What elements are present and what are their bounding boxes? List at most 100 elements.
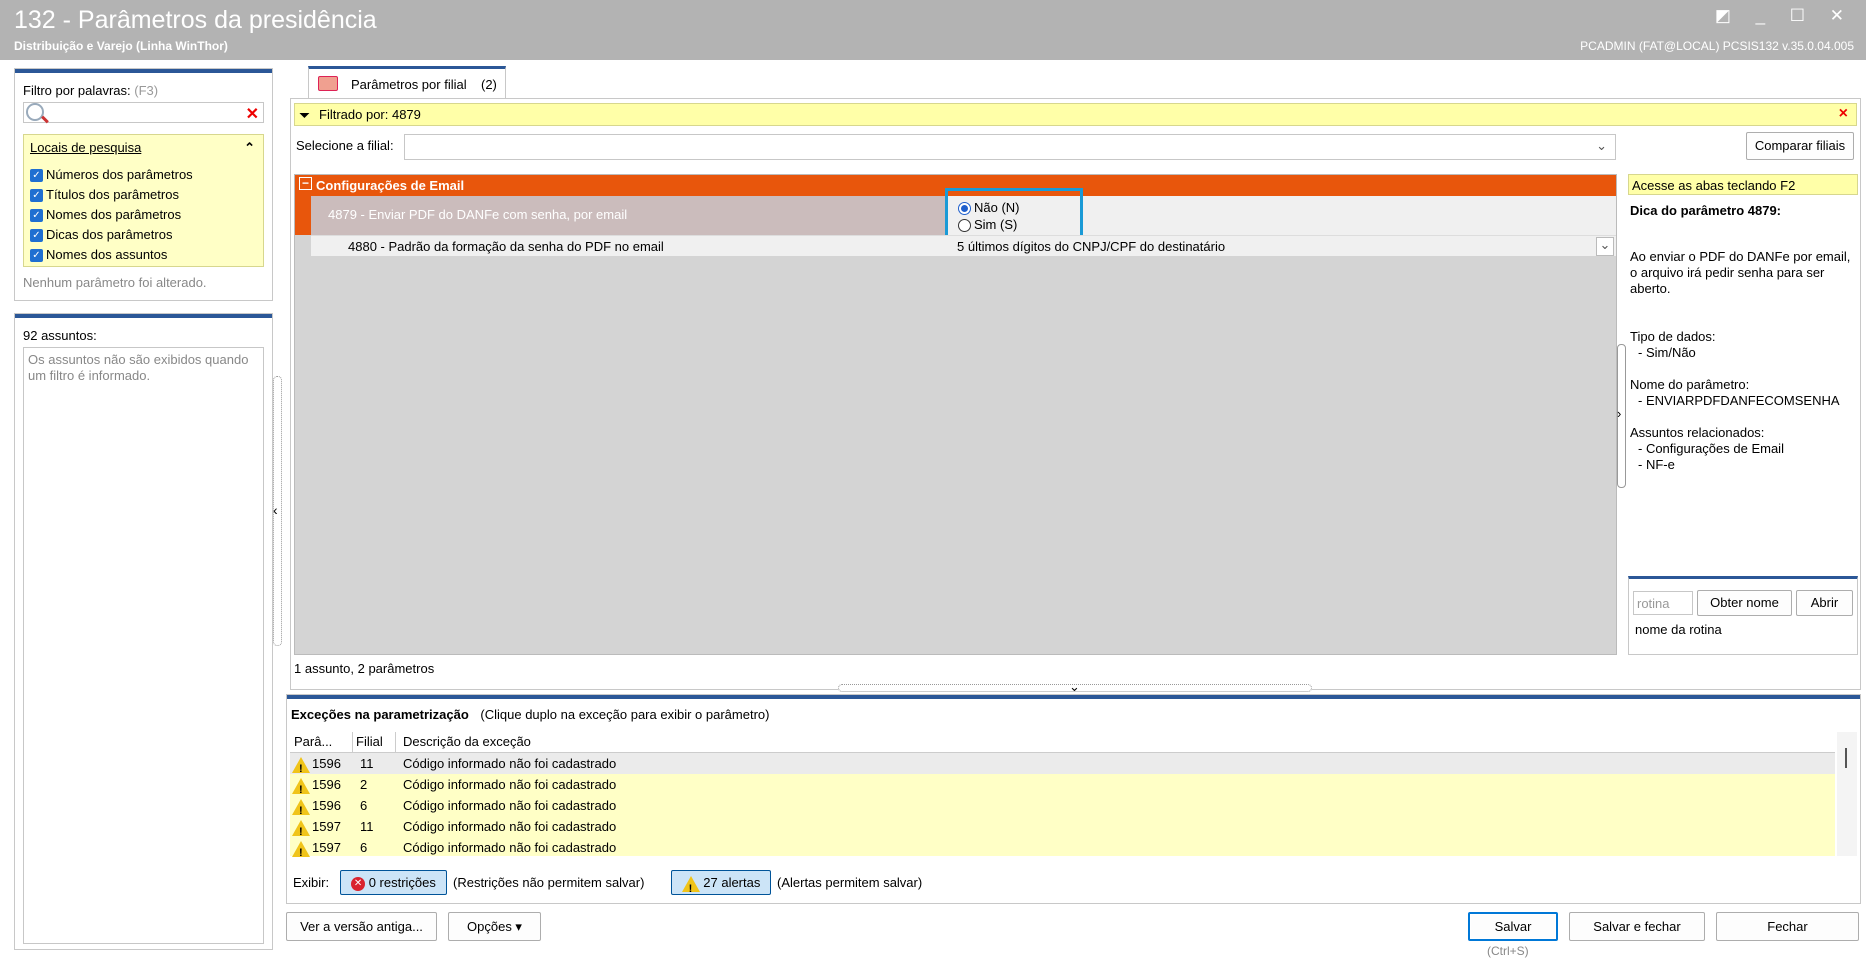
branch-label: Selecione a filial: <box>296 138 394 153</box>
filter-text: Filtrado por: 4879 <box>319 107 421 122</box>
table-row[interactable]: ! 1596 6 Código informado não foi cadast… <box>290 795 1835 817</box>
error-icon: ✕ <box>351 876 366 891</box>
radio-option-yes[interactable]: Sim (S) <box>958 217 1017 233</box>
subjects-message: Os assuntos não são exibidos quando um f… <box>28 352 249 383</box>
dropdown-chevron-icon[interactable]: ⌄ <box>1596 237 1614 256</box>
option-names[interactable]: ✓ Nomes dos parâmetros <box>30 205 193 225</box>
group-side-stripe <box>295 196 311 235</box>
chevron-left-icon[interactable]: ‹ <box>273 502 278 518</box>
option-numbers[interactable]: ✓ Números dos parâmetros <box>30 165 193 185</box>
subjects-list[interactable]: Os assuntos não são exibidos quando um f… <box>23 347 264 944</box>
branch-select[interactable]: ⌄ <box>404 134 1616 160</box>
param-label: 4879 - Enviar PDF do DANFe com senha, po… <box>328 207 628 222</box>
warning-icon: ! <box>681 875 700 895</box>
tip-name-label: Nome do parâmetro: <box>1630 377 1750 392</box>
checkbox-checked-icon[interactable]: ✓ <box>30 249 43 263</box>
exceptions-hint: (Clique duplo na exceção para exibir o p… <box>480 707 770 722</box>
alerts-note: (Alertas permitem salvar) <box>777 875 923 890</box>
radio-selected-icon[interactable] <box>958 202 971 216</box>
search-handle-icon <box>41 115 49 124</box>
table-row[interactable]: ! 1597 6 Código informado não foi cadast… <box>290 837 1835 859</box>
old-version-button[interactable]: Ver a versão antiga... <box>286 912 437 941</box>
warning-icon: ! <box>292 840 310 859</box>
tab-params-by-branch[interactable]: Parâmetros por filial (2) <box>308 66 506 99</box>
warning-icon: ! <box>292 756 310 775</box>
param-label: 4880 - Padrão da formação da senha do PD… <box>348 239 664 254</box>
tip-type-value: - Sim/Não <box>1638 345 1696 360</box>
option-tips[interactable]: ✓ Dicas dos parâmetros <box>30 225 193 245</box>
user-info: PCADMIN (FAT@LOCAL) PCSIS132 v.35.0.04.0… <box>1580 39 1854 53</box>
checkbox-checked-icon[interactable]: ✓ <box>30 169 43 183</box>
exceptions-table: Parâ... Filial Descrição da exceção ! 15… <box>290 732 1835 859</box>
save-shortcut: (Ctrl+S) <box>1487 944 1529 958</box>
save-close-button[interactable]: Salvar e fechar <box>1569 912 1705 941</box>
grid-summary: 1 assunto, 2 parâmetros <box>294 661 435 676</box>
locations-title: Locais de pesquisa <box>30 140 142 155</box>
obter-nome-button[interactable]: Obter nome <box>1697 590 1792 616</box>
rotina-panel: rotina Obter nome Abrir nome da rotina <box>1628 576 1858 655</box>
exceptions-title: Exceções na parametrização <box>291 707 469 722</box>
subjects-title: 92 assuntos: <box>23 328 97 343</box>
chevron-down-icon[interactable]: ⌄ <box>1069 679 1080 695</box>
tip-type-label: Tipo de dados: <box>1630 329 1716 344</box>
tip-title: Dica do parâmetro 4879: <box>1630 203 1782 218</box>
column-header[interactable]: Filial <box>356 732 396 752</box>
tip-subject: - Configurações de Email <box>1638 441 1784 456</box>
tip-subject: - NF-e <box>1638 457 1675 472</box>
restrictions-button[interactable]: ✕ 0 restrições <box>340 870 447 895</box>
restrictions-note: (Restrições não permitem salvar) <box>453 875 645 890</box>
remove-filter-icon[interactable]: × <box>1839 105 1848 123</box>
tab-label: Parâmetros por filial <box>351 77 467 92</box>
tip-hint: Acesse as abas teclando F2 <box>1628 174 1858 195</box>
close-button[interactable]: Fechar <box>1716 912 1859 941</box>
collapse-icon[interactable]: ⌃ <box>244 140 255 156</box>
abrir-button[interactable]: Abrir <box>1796 590 1853 616</box>
options-button[interactable]: Opções ▾ <box>448 912 541 941</box>
tab-count: (2) <box>481 77 497 92</box>
filter-shortcut: (F3) <box>134 83 159 98</box>
tip-subjects-label: Assuntos relacionados: <box>1630 425 1765 440</box>
search-input[interactable]: ✕ <box>23 102 264 124</box>
rotina-label: nome da rotina <box>1635 622 1722 637</box>
rotina-input[interactable]: rotina <box>1633 591 1693 615</box>
window-subtitle: Distribuição e Varejo (Linha WinThor) <box>14 39 228 53</box>
chevron-down-icon[interactable]: ⌄ <box>1596 138 1607 154</box>
clear-search-icon[interactable]: ✕ <box>246 104 259 124</box>
folder-icon <box>318 76 338 91</box>
window-controls[interactable]: ◩ _ ☐ ✕ <box>1715 6 1854 26</box>
chevron-right-icon[interactable]: › <box>1617 406 1621 421</box>
subjects-panel: 92 assuntos: Os assuntos não são exibido… <box>14 313 273 950</box>
tip-text: Ao enviar o PDF do DANFe por email, o ar… <box>1630 249 1851 296</box>
search-locations: Locais de pesquisa ⌃ ✓ Números dos parâme… <box>23 134 264 267</box>
table-row[interactable]: ! 1596 11 Código informado não foi cadas… <box>290 753 1835 775</box>
param-value[interactable]: 5 últimos dígitos do CNPJ/CPF do destina… <box>957 239 1225 254</box>
collapse-group-icon[interactable]: − <box>299 177 312 190</box>
params-grid: − Configurações de Email 4879 - Enviar P… <box>294 174 1617 655</box>
tip-content: Dica do parâmetro 4879: Ao enviar o PDF … <box>1630 203 1856 473</box>
option-titles[interactable]: ✓ Títulos dos parâmetros <box>30 185 193 205</box>
option-subjects[interactable]: ✓ Nomes dos assuntos <box>30 245 193 265</box>
filter-label: Filtro por palavras: <box>23 83 131 98</box>
param-row-4880[interactable]: 4880 - Padrão da formação da senha do PD… <box>311 235 1616 256</box>
table-scrollbar[interactable] <box>1837 732 1857 856</box>
alerts-button[interactable]: ! 27 alertas <box>671 870 771 895</box>
warning-icon: ! <box>292 777 310 796</box>
radio-option-no[interactable]: Não (N) <box>958 200 1020 216</box>
title-bar: 132 - Parâmetros da presidência Distribu… <box>0 0 1866 60</box>
table-row[interactable]: ! 1597 11 Código informado não foi cadas… <box>290 816 1835 838</box>
column-header[interactable]: Parâ... <box>294 732 353 752</box>
checkbox-checked-icon[interactable]: ✓ <box>30 229 43 243</box>
checkbox-checked-icon[interactable]: ✓ <box>30 209 43 223</box>
checkbox-checked-icon[interactable]: ✓ <box>30 189 43 203</box>
window-title: 132 - Parâmetros da presidência <box>14 6 377 34</box>
filter-panel: Filtro por palavras: (F3) ✕ Locais de pe… <box>14 68 273 301</box>
save-button[interactable]: Salvar <box>1468 912 1558 941</box>
radio-unselected-icon[interactable] <box>958 219 971 233</box>
change-status: Nenhum parâmetro foi alterado. <box>23 275 207 290</box>
show-label: Exibir: <box>293 875 330 890</box>
column-header[interactable]: Descrição da exceção <box>403 732 531 752</box>
group-title: Configurações de Email <box>316 178 465 193</box>
table-row[interactable]: ! 1596 2 Código informado não foi cadast… <box>290 774 1835 796</box>
compare-branches-button[interactable]: Comparar filiais <box>1746 132 1854 160</box>
warning-icon: ! <box>292 819 310 838</box>
